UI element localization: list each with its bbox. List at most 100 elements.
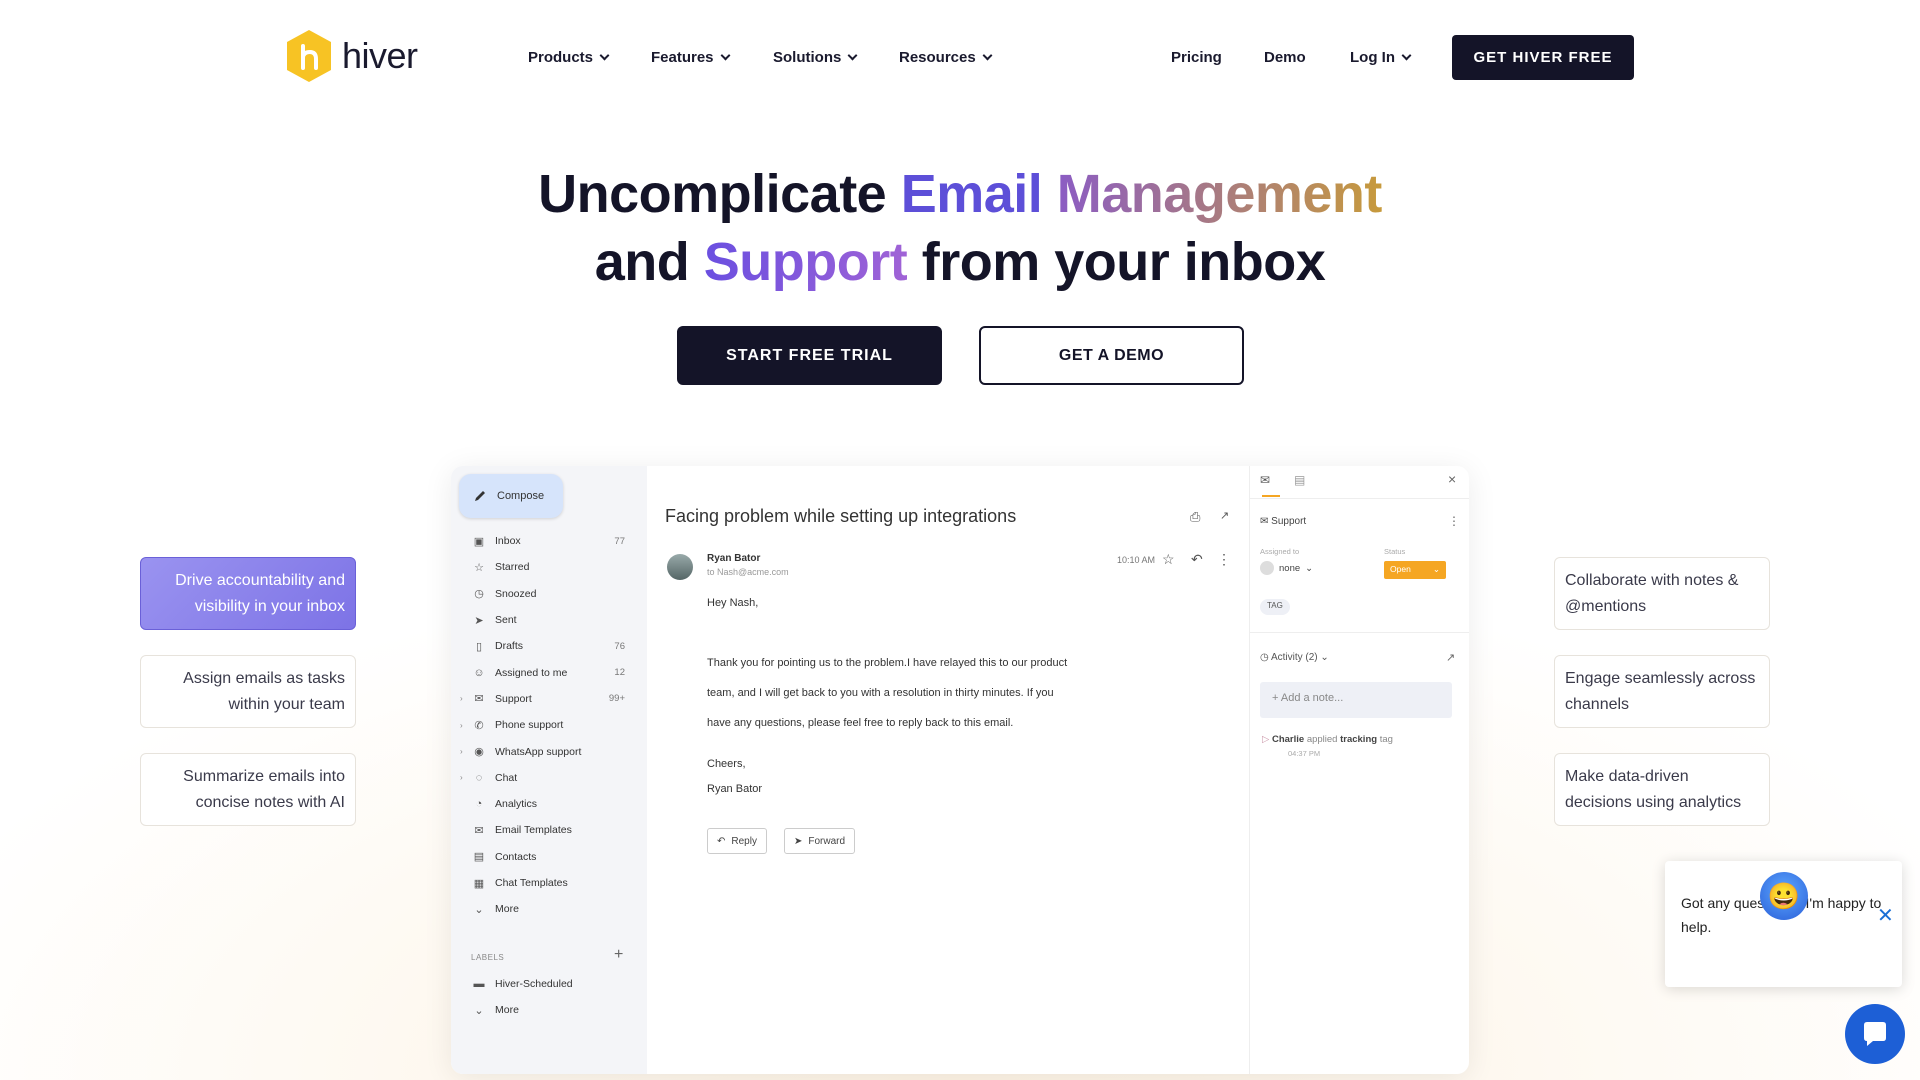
sidebar-item-phone-support[interactable]: › ✆ Phone support: [451, 712, 647, 738]
chevron-right-icon[interactable]: ›: [460, 747, 463, 756]
activity-label: Activity (2): [1270, 652, 1318, 663]
sidebar-item-label: Email Templates: [495, 824, 572, 837]
add-note-input[interactable]: + Add a note...: [1260, 682, 1452, 718]
sidebar-item-chat[interactable]: › ◌ Chat: [451, 765, 647, 791]
get-a-demo-button[interactable]: GET A DEMO: [979, 326, 1244, 385]
sidebar-item-inbox[interactable]: ▣ Inbox 77: [451, 528, 647, 554]
feature-card-text: Engage seamlessly across channels: [1565, 669, 1756, 713]
reply-icon[interactable]: ↶: [1191, 551, 1203, 568]
forward-button[interactable]: ➤ Forward: [784, 828, 856, 854]
nav-pricing[interactable]: Pricing: [1171, 49, 1222, 66]
chevron-right-icon[interactable]: ›: [460, 773, 463, 782]
open-external-icon[interactable]: ↗: [1446, 651, 1455, 664]
mail-sidebar: Compose ▣ Inbox 77 ☆ Starred ◷ Snoozed ➤ Sent ▯ Dr…: [451, 466, 647, 1074]
nav-login[interactable]: Log In: [1350, 49, 1412, 66]
feature-card-accountability[interactable]: Drive accountability and visibility in y…: [140, 557, 356, 630]
tag-label: TAG: [1267, 601, 1283, 610]
sidebar-item-label: Chat: [495, 771, 518, 784]
close-icon[interactable]: ×: [1448, 471, 1456, 487]
add-note-placeholder: Add a note...: [1280, 692, 1344, 704]
brand-name: hiver: [342, 35, 418, 76]
sidebar-item-count: 12: [614, 667, 625, 679]
add-label-icon[interactable]: +: [614, 946, 623, 964]
email-view: Facing problem while setting up integrat…: [647, 466, 1249, 1074]
start-free-trial-button[interactable]: START FREE TRIAL: [677, 326, 942, 385]
product-screenshot: Compose ▣ Inbox 77 ☆ Starred ◷ Snoozed ➤ Sent ▯ Dr…: [451, 466, 1469, 1074]
assignee-select[interactable]: none ⌄: [1260, 561, 1313, 575]
hiver-logo[interactable]: hiver: [284, 28, 418, 84]
status-select[interactable]: Open ⌄: [1384, 561, 1446, 579]
sidebar-item-label: Support: [495, 692, 532, 705]
reply-button[interactable]: ↶ Reply: [707, 828, 767, 854]
contact-tab-icon[interactable]: ▤: [1294, 473, 1305, 487]
label-item-more[interactable]: ⌄ More: [451, 997, 647, 1023]
chevron-down-icon: [847, 50, 858, 61]
nav-products[interactable]: Products: [528, 49, 610, 66]
reply-icon: ↶: [717, 835, 726, 847]
star-icon[interactable]: ☆: [1162, 551, 1175, 568]
nav-pricing-label: Pricing: [1171, 49, 1222, 66]
sidebar-item-label: Starred: [495, 561, 530, 574]
mail-nav-list: ▣ Inbox 77 ☆ Starred ◷ Snoozed ➤ Sent ▯ Drafts 76 ☺ A…: [451, 528, 647, 922]
chat-launcher-button[interactable]: [1845, 1004, 1905, 1064]
email-body-line: have any questions, please feel free to …: [707, 717, 1014, 729]
activity-suffix: tag: [1379, 734, 1393, 745]
more-options-icon[interactable]: ⋮: [1448, 514, 1460, 528]
sidebar-item-whatsapp-support[interactable]: › ◉ WhatsApp support: [451, 738, 647, 764]
forward-label: Forward: [808, 835, 846, 847]
sidebar-item-sent[interactable]: ➤ Sent: [451, 607, 647, 633]
more-options-icon[interactable]: ⋮: [1217, 551, 1231, 568]
label-icon: ▬: [473, 978, 485, 991]
label-item-text: Hiver-Scheduled: [495, 978, 573, 991]
panel-inbox-label: Support: [1271, 516, 1307, 527]
sidebar-item-count: 76: [614, 640, 625, 652]
sender-name: Ryan Bator: [707, 553, 761, 564]
print-icon[interactable]: ⎙: [1190, 509, 1200, 525]
feature-card-assign[interactable]: Assign emails as tasks within your team: [140, 655, 356, 728]
nav-solutions[interactable]: Solutions: [773, 49, 858, 66]
close-icon[interactable]: ✕: [1877, 903, 1894, 928]
compose-button[interactable]: Compose: [459, 474, 563, 518]
activity-time: 04:37 PM: [1288, 749, 1321, 758]
open-external-icon[interactable]: ↗: [1220, 509, 1229, 522]
sidebar-item-support[interactable]: › ✉ Support 99+: [451, 686, 647, 712]
nav-features[interactable]: Features: [651, 49, 730, 66]
chat-bubble-icon: [1864, 1022, 1886, 1046]
feature-card-text: Summarize emails into concise notes with…: [183, 767, 345, 811]
hero-text: Uncomplicate: [538, 164, 901, 224]
shared-inbox-icon: ✉: [474, 693, 484, 706]
sidebar-item-more[interactable]: ⌄ More: [451, 896, 647, 922]
feature-card-collaborate[interactable]: Collaborate with notes & @mentions: [1554, 557, 1770, 630]
sidebar-item-starred[interactable]: ☆ Starred: [451, 554, 647, 580]
chevron-down-icon: ⌄: [474, 903, 484, 916]
feature-card-text: Drive accountability and visibility in y…: [175, 571, 345, 615]
activity-header[interactable]: ◷ Activity (2) ⌄: [1260, 652, 1329, 663]
labels-header: LABELS: [471, 953, 505, 962]
get-hiver-free-button[interactable]: GET HIVER FREE: [1452, 35, 1634, 80]
sidebar-item-analytics[interactable]: ◔ Analytics: [451, 791, 647, 817]
sidebar-item-contacts[interactable]: ▤ Contacts: [451, 844, 647, 870]
chevron-right-icon[interactable]: ›: [460, 694, 463, 703]
feature-card-analytics[interactable]: Make data-driven decisions using analyti…: [1554, 753, 1770, 826]
inbox-tab-icon[interactable]: ✉: [1260, 473, 1278, 491]
chevron-right-icon[interactable]: ›: [460, 721, 463, 730]
label-item-hiver-scheduled[interactable]: ▬ Hiver-Scheduled: [451, 971, 647, 997]
feature-card-channels[interactable]: Engage seamlessly across channels: [1554, 655, 1770, 728]
clock-icon: ◷: [474, 588, 484, 601]
sidebar-item-chat-templates[interactable]: ▦ Chat Templates: [451, 870, 647, 896]
sidebar-item-label: Sent: [495, 614, 517, 627]
user-icon: ☺: [473, 666, 485, 679]
sidebar-item-snoozed[interactable]: ◷ Snoozed: [451, 581, 647, 607]
tag-chip[interactable]: TAG: [1260, 599, 1290, 615]
feature-card-summarize[interactable]: Summarize emails into concise notes with…: [140, 753, 356, 826]
nav-demo[interactable]: Demo: [1264, 49, 1306, 66]
sidebar-item-drafts[interactable]: ▯ Drafts 76: [451, 633, 647, 659]
sidebar-item-email-templates[interactable]: ✉ Email Templates: [451, 817, 647, 843]
sidebar-item-count: 77: [614, 535, 625, 547]
nav-resources[interactable]: Resources: [899, 49, 993, 66]
sidebar-item-label: Drafts: [495, 640, 524, 653]
template-icon: ✉: [474, 824, 484, 837]
status-value: Open: [1390, 564, 1411, 574]
sidebar-item-assigned-to-me[interactable]: ☺ Assigned to me 12: [451, 659, 647, 685]
sidebar-item-label: Inbox: [495, 535, 521, 548]
